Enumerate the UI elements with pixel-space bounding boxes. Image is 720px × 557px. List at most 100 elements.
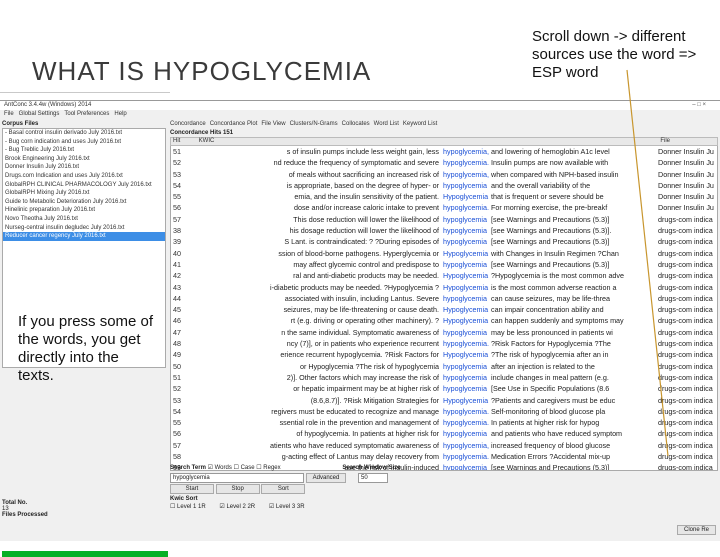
keyword-link[interactable]: hypoglycemia	[443, 428, 489, 439]
menu-item[interactable]: Tool Preferences	[64, 111, 109, 117]
concordance-row[interactable]: 49 erience recurrent hypoglycemia. ?Risk …	[171, 349, 717, 360]
corpus-file-item[interactable]: - Bug corn indication and uses July 2016…	[3, 138, 165, 147]
col-hit[interactable]: Hit	[171, 138, 197, 145]
keyword-link[interactable]: hypoglycemia	[443, 236, 489, 247]
window-controls[interactable]: – □ ×	[692, 101, 706, 110]
menu-item[interactable]: File	[4, 111, 14, 117]
keyword-link[interactable]: Hypoglycemia	[443, 304, 489, 315]
keyword-link[interactable]: Hypoglycemia	[443, 282, 489, 293]
corpus-file-item[interactable]: Drugs.com Indication and uses July 2016.…	[3, 172, 165, 181]
corpus-file-item[interactable]: Novo Theotha July 2016.txt	[3, 215, 165, 224]
keyword-link[interactable]: Hypoglycemia	[443, 349, 489, 360]
search-input[interactable]: hypoglycemia	[170, 473, 304, 483]
keyword-link[interactable]: hypoglycemia	[443, 361, 489, 372]
concordance-row[interactable]: 50 or Hypoglycemia ?The risk of hypoglyce…	[171, 361, 717, 372]
concordance-row[interactable]: 57 atients who have reduced symptomatic a…	[171, 440, 717, 451]
corpus-file-item[interactable]: Reducer cancer regency July 2016.txt	[3, 232, 165, 241]
corpus-file-item[interactable]: - Bug Treblic July 2016.txt	[3, 146, 165, 155]
keyword-link[interactable]: Hypoglycemia	[443, 315, 489, 326]
stop-button[interactable]: Stop	[215, 484, 260, 494]
start-button[interactable]: Start	[170, 484, 214, 494]
concordance-row[interactable]: 45 seizures, may be life-threatening or c…	[171, 304, 717, 315]
corpus-file-item[interactable]: Hinelinic preparation July 2016.txt	[3, 206, 165, 215]
tool-tab[interactable]: Clusters/N-Grams	[290, 121, 338, 127]
tool-tab[interactable]: Word List	[374, 121, 399, 127]
concordance-row[interactable]: 42 ral and anti-diabetic products may be …	[171, 270, 717, 281]
concordance-row[interactable]: 47 n the same individual. Symptomatic awa…	[171, 327, 717, 338]
concordance-row[interactable]: 52 or hepatic impairment may be at higher…	[171, 383, 717, 394]
concordance-row[interactable]: 56 of hypoglycemia. In patients at higher…	[171, 428, 717, 439]
keyword-link[interactable]: hypoglycemia.	[443, 338, 489, 349]
keyword-link[interactable]: hypoglycemia	[443, 327, 489, 338]
search-options[interactable]: ☑ Words ☐ Case ☐ Regex	[208, 465, 281, 471]
concordance-row[interactable]: 46 rt (e.g. driving or operating other ma…	[171, 315, 717, 326]
concordance-row[interactable]: 48 ncy (7)], or in patients who experienc…	[171, 338, 717, 349]
concordance-row[interactable]: 54 is appropriate, based on the degree of…	[171, 180, 717, 191]
right-context: Medication Errors ?Accidental mix-up	[491, 452, 611, 462]
concordance-row[interactable]: 41 may affect glycemic control and predis…	[171, 259, 717, 270]
concordance-row[interactable]: 53 of meals without sacrificing an increa…	[171, 169, 717, 180]
corpus-file-item[interactable]: GlobalRPH CLINICAL PHARMACOLOGY July 201…	[3, 181, 165, 190]
corpus-file-item[interactable]: Guide to Metabolic Deterioration July 20…	[3, 198, 165, 207]
keyword-link[interactable]: hypoglycemia.	[443, 157, 489, 168]
concordance-row[interactable]: 51 s of insulin pumps include less weight…	[171, 146, 717, 157]
window-size-input[interactable]: 50	[358, 473, 389, 483]
keyword-link[interactable]: hypoglycemia.	[443, 406, 489, 417]
keyword-link[interactable]: Hypoglycemia	[443, 395, 489, 406]
corpus-file-item[interactable]: GlobalRPH Mixing July 2016.txt	[3, 189, 165, 198]
keyword-link[interactable]: hypoglycemia.	[443, 202, 489, 213]
keyword-link[interactable]: hypoglycemia	[443, 383, 489, 394]
corpus-file-item[interactable]: Nurseg-central insulin degludec July 201…	[3, 224, 165, 233]
keyword-link[interactable]: Hypoglycemia	[443, 248, 489, 259]
concordance-list[interactable]: 51 s of insulin pumps include less weight…	[170, 146, 718, 471]
concordance-row[interactable]: 44 associated with insulin, including Lan…	[171, 293, 717, 304]
concordance-row[interactable]: 39 S Lant. is contraindicated: ? ?During …	[171, 236, 717, 247]
menu-item[interactable]: Global Settings	[19, 111, 60, 117]
concordance-row[interactable]: 53 (8.6,8.7)]. ?Risk Mitigation Strategie…	[171, 395, 717, 406]
sort-level-1[interactable]: ☐ Level 1 1R	[170, 504, 206, 510]
sort-button[interactable]: Sort	[261, 484, 306, 494]
concordance-row[interactable]: 43 i-diabetic products may be needed. ?Hy…	[171, 282, 717, 293]
keyword-link[interactable]: hypoglycemia,	[443, 440, 489, 451]
keyword-link[interactable]: hypoglycemia	[443, 180, 489, 191]
clone-results-button[interactable]: Clone Re	[676, 525, 716, 535]
sort-level-2[interactable]: ☑ Level 2 2R	[219, 504, 255, 510]
concordance-row[interactable]: 38 his dosage reduction will lower the li…	[171, 225, 717, 236]
concordance-row[interactable]: 40 ssion of blood-borne pathogens. Hyperg…	[171, 248, 717, 259]
keyword-link[interactable]: hypoglycemia	[443, 259, 489, 270]
keyword-link[interactable]: Hypoglycemia	[443, 270, 489, 281]
concordance-row[interactable]: 55 ssential role in the prevention and ma…	[171, 417, 717, 428]
keyword-link[interactable]: Hypoglycemia	[443, 191, 489, 202]
concordance-row[interactable]: 52 nd reduce the frequency of symptomatic…	[171, 157, 717, 168]
hit-number: 58	[173, 452, 181, 462]
concordance-row[interactable]: 51 2)]. Other factors which may increase …	[171, 372, 717, 383]
concordance-row[interactable]: 58 g-acting effect of Lantus may delay re…	[171, 451, 717, 462]
tool-tab[interactable]: Concordance Plot	[210, 121, 258, 127]
keyword-link[interactable]: hypoglycemia	[443, 293, 489, 304]
keyword-link[interactable]: hypoglycemia	[443, 214, 489, 225]
tool-tab[interactable]: File View	[261, 121, 285, 127]
concordance-row[interactable]: 57 This dose reduction will lower the lik…	[171, 214, 717, 225]
keyword-link[interactable]: hypoglycemia.	[443, 451, 489, 462]
concordance-row[interactable]: 55 emia, and the insulin sensitivity of t…	[171, 191, 717, 202]
sort-level-3[interactable]: ☑ Level 3 3R	[269, 504, 305, 510]
keyword-link[interactable]: hypoglycemia,	[443, 169, 489, 180]
menu-item[interactable]: Help	[114, 111, 126, 117]
tool-tab[interactable]: Collocates	[342, 121, 370, 127]
corpus-file-item[interactable]: - Basal control insulin derivado July 20…	[3, 129, 165, 138]
corpus-file-item[interactable]: Brook Engineering July 2016.txt	[3, 155, 165, 164]
keyword-link[interactable]: hypoglycemia.	[443, 417, 489, 428]
tool-tab[interactable]: Concordance	[170, 121, 206, 127]
concordance-row[interactable]: 54 regivers must be educated to recognize…	[171, 406, 717, 417]
left-context: This dose reduction will lower the likel…	[293, 214, 439, 224]
concordance-row[interactable]: 56 dose and/or increase caloric intake to…	[171, 202, 717, 213]
keyword-link[interactable]: hypoglycemia,	[443, 146, 489, 157]
col-kwic[interactable]: KWIC	[199, 138, 659, 145]
advanced-button[interactable]: Advanced	[305, 473, 347, 483]
corpus-file-item[interactable]: Donner Insulin July 2016.txt	[3, 163, 165, 172]
files-processed-progress	[2, 551, 168, 557]
keyword-link[interactable]: hypoglycemia	[443, 372, 489, 383]
col-file[interactable]: File	[660, 138, 670, 145]
keyword-link[interactable]: hypoglycemia	[443, 225, 489, 236]
tool-tab[interactable]: Keyword List	[403, 121, 437, 127]
